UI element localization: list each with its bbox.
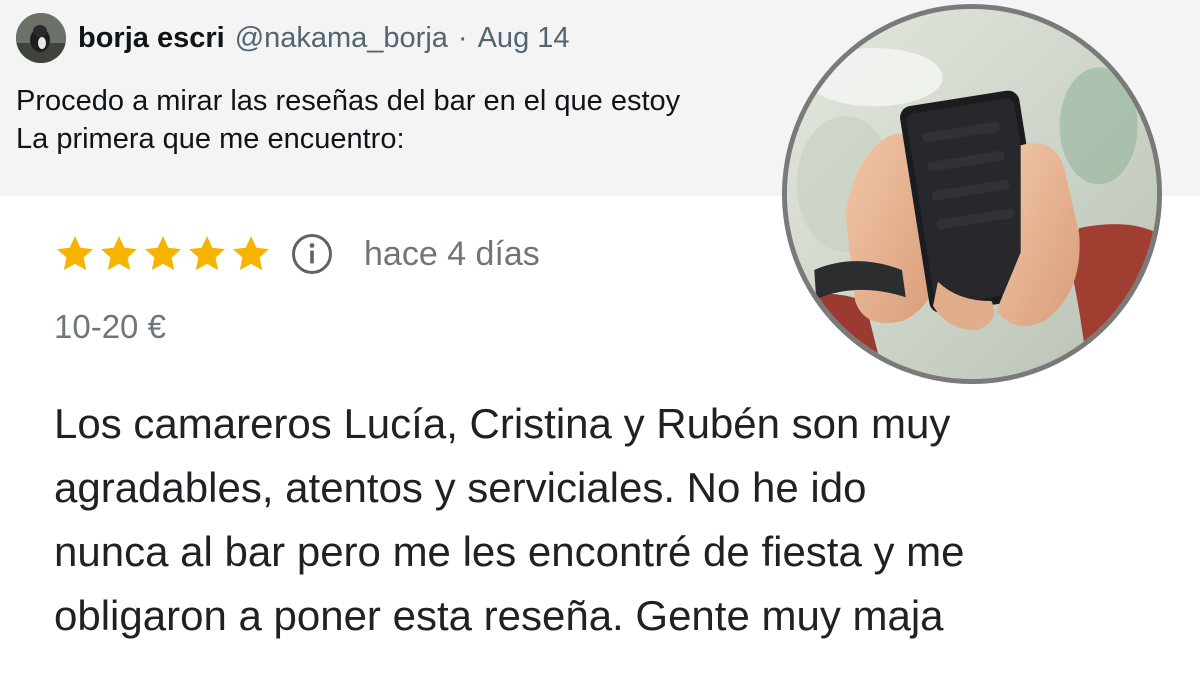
review-text-line: agradables, atentos y serviciales. No he… <box>54 464 867 511</box>
review-date: hace 4 días <box>364 234 540 273</box>
star-icon <box>145 236 181 271</box>
tweet-text-line: Procedo a mirar las reseñas del bar en e… <box>16 85 681 117</box>
user-handle[interactable]: @nakama_borja <box>235 22 448 55</box>
tweet-date[interactable]: Aug 14 <box>478 22 570 55</box>
phone-photo <box>782 4 1162 384</box>
review-text-line: obligaron a poner esta reseña. Gente muy… <box>54 592 944 639</box>
review-text-line: nunca al bar pero me les encontré de fie… <box>54 528 965 575</box>
star-icon <box>189 236 225 271</box>
tweet-text-line: La primera que me encuentro: <box>16 123 405 155</box>
rating-row: hace 4 días <box>54 230 540 278</box>
info-circle-icon[interactable] <box>290 232 334 276</box>
review-text: Los camareros Lucía, Cristina y Rubén so… <box>54 392 1194 648</box>
star-icon <box>101 236 137 271</box>
tweet-text: Procedo a mirar las reseñas del bar en e… <box>16 82 796 158</box>
tweet-header: borja escri @nakama_borja · Aug 14 <box>78 20 570 56</box>
price-range: 10-20 € <box>54 308 166 345</box>
star-rating <box>54 233 272 275</box>
star-icon <box>57 236 93 271</box>
review-text-line: Los camareros Lucía, Cristina y Rubén so… <box>54 400 951 447</box>
star-icon <box>233 236 269 271</box>
display-name[interactable]: borja escri <box>78 22 225 55</box>
avatar[interactable] <box>16 13 66 63</box>
separator: · <box>457 21 468 54</box>
